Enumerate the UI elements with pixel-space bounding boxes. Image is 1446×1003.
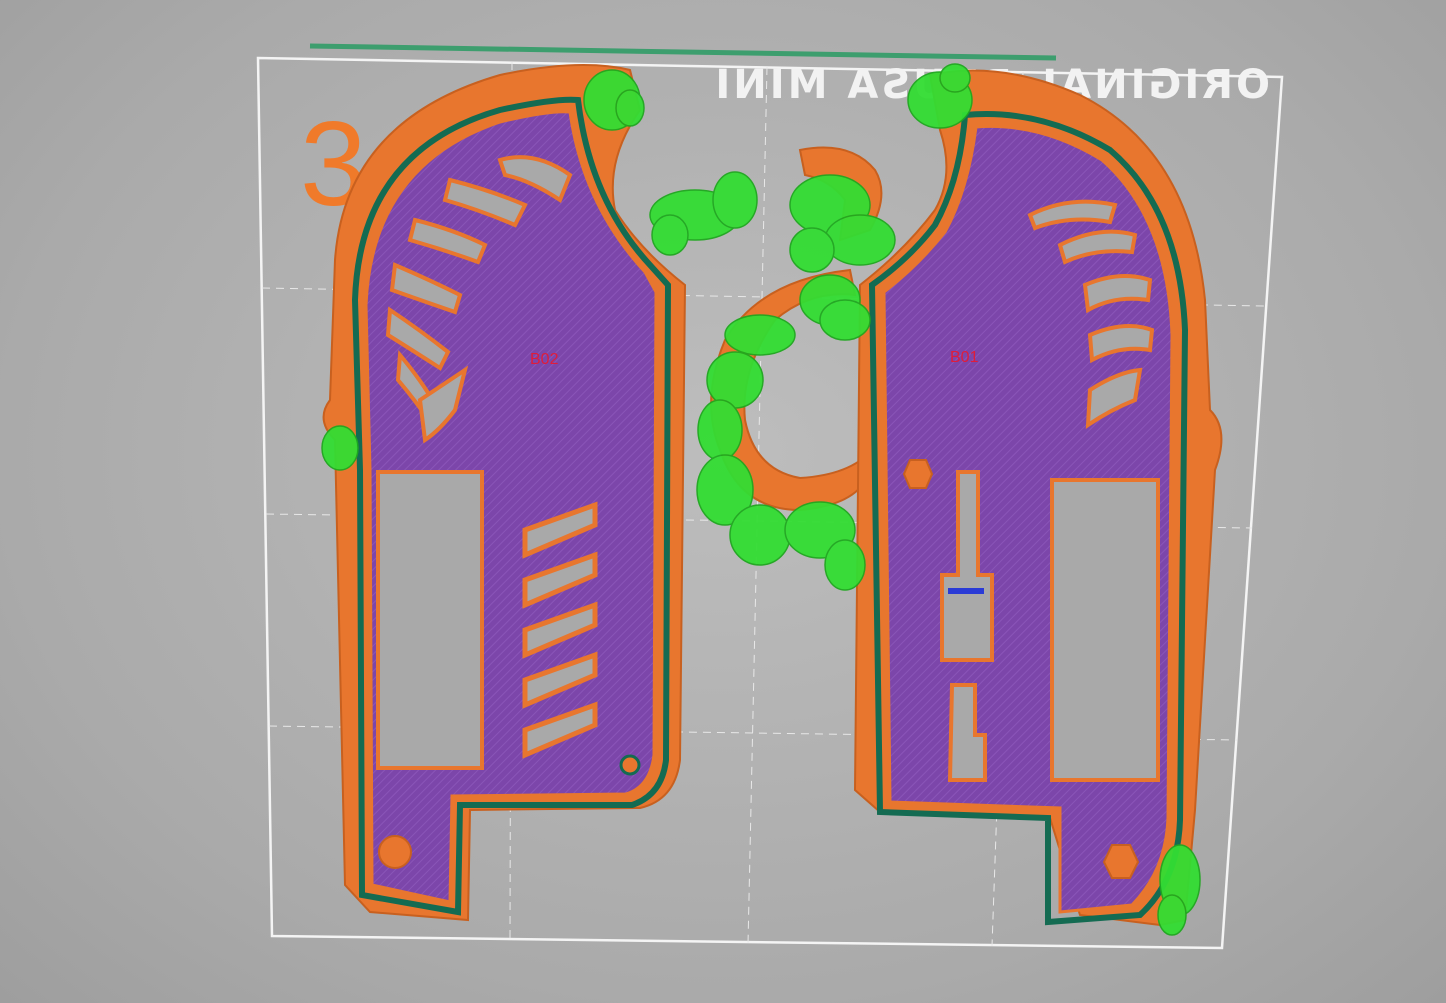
print-bed-scene: ORIGINAL PRUSA MINI 3 (256, 43, 1284, 950)
b01-label: B01 (950, 349, 979, 366)
b02-notch (619, 754, 641, 776)
part-b01[interactable]: B01 (853, 69, 1223, 927)
part-b02[interactable]: B02 (322, 64, 687, 922)
b02-window-cutout (376, 470, 484, 770)
b02-label: B02 (530, 351, 559, 368)
3d-preview-viewport[interactable]: ORIGINAL PRUSA MINI 3 (0, 0, 1446, 1003)
b01-bridge (948, 588, 984, 594)
travel-line (309, 43, 1057, 61)
b02-screw-hole (378, 835, 412, 869)
b01-window-cutout (1050, 478, 1160, 782)
b01-boss (902, 459, 934, 489)
b01-nut-hole (1102, 844, 1140, 879)
